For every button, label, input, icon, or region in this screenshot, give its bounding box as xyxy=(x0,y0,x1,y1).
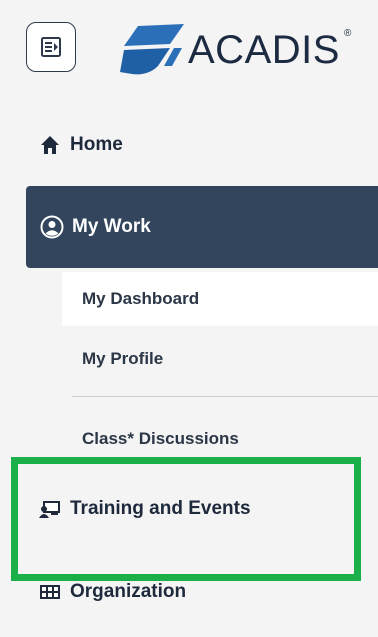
logo-registered-mark: ® xyxy=(344,28,352,39)
acadis-logo-mark-icon xyxy=(120,24,184,75)
nav-item-training-and-events[interactable]: Training and Events xyxy=(0,480,378,538)
user-circle-icon xyxy=(38,215,66,239)
training-icon xyxy=(36,500,64,518)
subnav-item-my-profile[interactable]: My Profile xyxy=(62,332,378,386)
subnav-item-my-dashboard-label: My Dashboard xyxy=(82,289,200,308)
nav-item-my-work[interactable]: My Work xyxy=(26,186,378,268)
nav-item-home-label: Home xyxy=(70,134,123,155)
acadis-logo[interactable]: ACADIS ® xyxy=(118,16,358,80)
subnav-item-class-discussions-label: Class* Discussions xyxy=(82,429,239,448)
logo-text: ACADIS xyxy=(188,28,340,72)
nav-item-organization-label: Organization xyxy=(70,581,187,602)
subnav-item-my-dashboard[interactable]: My Dashboard xyxy=(62,272,378,326)
nav-item-my-work-label: My Work xyxy=(72,216,151,237)
organization-icon xyxy=(36,584,64,600)
nav-item-home[interactable]: Home xyxy=(0,120,378,170)
sidebar-toggle-icon xyxy=(41,37,61,57)
subnav-divider xyxy=(72,396,378,397)
subnav-item-my-profile-label: My Profile xyxy=(82,349,164,368)
home-icon xyxy=(36,135,64,155)
subnav-item-class-discussions[interactable]: Class* Discussions xyxy=(62,412,378,466)
nav-item-training-label: Training and Events xyxy=(70,498,251,519)
nav-item-organization[interactable]: Organization xyxy=(0,566,378,618)
top-bar: ACADIS ® xyxy=(0,0,378,90)
sidebar-toggle-button[interactable] xyxy=(26,22,76,72)
